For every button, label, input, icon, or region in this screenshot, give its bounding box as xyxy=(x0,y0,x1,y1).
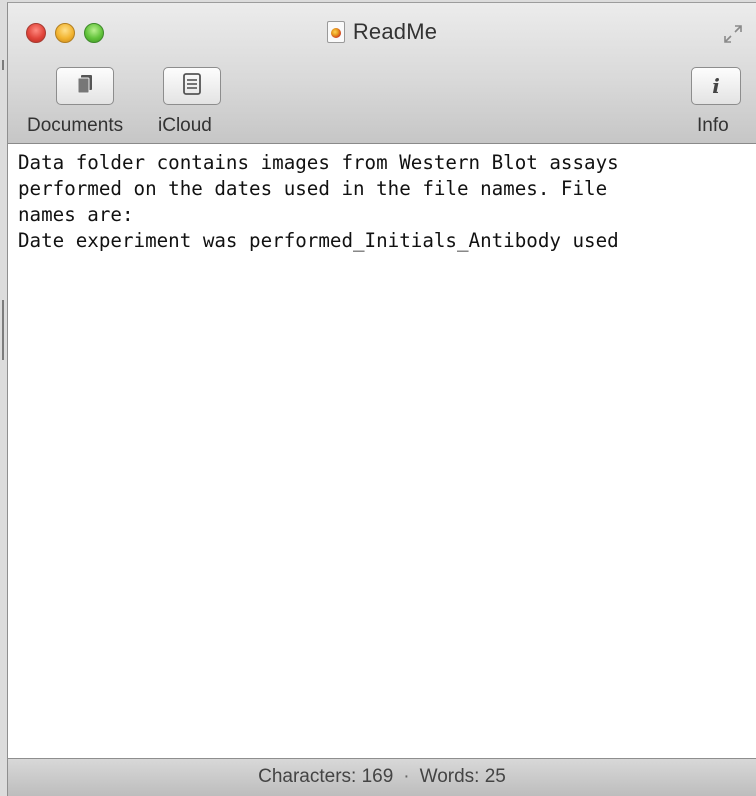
icloud-label[interactable]: iCloud xyxy=(158,115,212,137)
documents-label[interactable]: Documents xyxy=(27,115,123,137)
status-separator: · xyxy=(403,766,410,787)
document-icon[interactable] xyxy=(326,21,345,43)
documents-button[interactable] xyxy=(56,67,114,105)
icloud-icon xyxy=(181,72,203,101)
window-title: ReadMe xyxy=(352,19,438,44)
documents-icon xyxy=(73,73,97,100)
info-button[interactable]: i xyxy=(691,67,741,105)
info-icon: i xyxy=(712,74,720,98)
text-line: Date experiment was performed_Initials_A… xyxy=(18,229,619,252)
document-text-area[interactable]: Data folder contains images from Western… xyxy=(8,144,756,758)
background-window-edge xyxy=(2,60,4,70)
textedit-window: ReadMe Documents iCloud i Info Data fold… xyxy=(7,2,756,796)
background-window-edge xyxy=(2,300,4,360)
character-count: Characters: 169 xyxy=(258,766,394,787)
icloud-button[interactable] xyxy=(163,67,221,105)
info-label[interactable]: Info xyxy=(697,115,729,137)
text-line: names are: xyxy=(18,203,134,226)
title-bar: ReadMe xyxy=(8,19,756,47)
toolbar: ReadMe Documents iCloud i Info xyxy=(8,3,756,144)
text-line: performed on the dates used in the file … xyxy=(18,177,608,200)
fullscreen-icon[interactable] xyxy=(722,23,744,45)
word-count: Words: 25 xyxy=(419,766,506,787)
status-bar: Characters: 169 · Words: 25 xyxy=(8,758,756,796)
text-line: Data folder contains images from Western… xyxy=(18,151,619,174)
